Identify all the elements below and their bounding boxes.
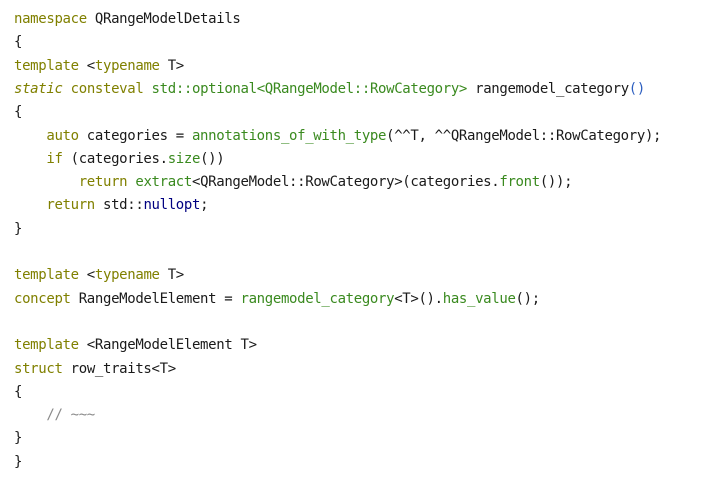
code-line: template <RangeModelElement T> bbox=[14, 334, 257, 356]
keyword-token: consteval bbox=[70, 81, 144, 97]
text-token: { bbox=[14, 34, 23, 50]
keyword-token: typename bbox=[94, 58, 160, 74]
text-token: <T>(). bbox=[394, 291, 443, 307]
function-token: extract bbox=[135, 174, 192, 190]
text-token: ; bbox=[200, 197, 209, 213]
keyword-token: template bbox=[14, 337, 79, 353]
text-token: row_traits<T> bbox=[62, 361, 177, 377]
function-token: has_value bbox=[442, 291, 516, 307]
code-line: if (categories.size()) bbox=[14, 148, 224, 170]
code-line: template <typename T> bbox=[14, 55, 184, 77]
text-token: } bbox=[14, 454, 23, 470]
function-token: std::optional<QRangeModel::RowCategory> bbox=[151, 81, 468, 97]
code-line: return std::nullopt; bbox=[14, 194, 208, 216]
code-line: // ~~~ bbox=[14, 404, 95, 426]
function-token: annotations_of_with_type bbox=[191, 128, 387, 144]
text-token: } bbox=[14, 430, 23, 446]
code-line: } bbox=[14, 451, 22, 473]
comment-token: // ~~~ bbox=[46, 407, 95, 423]
text-token: RangeModelElement = bbox=[70, 291, 241, 307]
code-line: static consteval std::optional<QRangeMod… bbox=[14, 78, 645, 100]
keyword-token: static bbox=[14, 81, 63, 97]
text-token: ()); bbox=[539, 174, 573, 190]
keyword-token: return bbox=[46, 197, 95, 213]
code-line: auto categories = annotations_of_with_ty… bbox=[14, 125, 661, 147]
text-token: { bbox=[14, 384, 23, 400]
code-line: { bbox=[14, 381, 22, 403]
keyword-token: return bbox=[78, 174, 128, 190]
text-token: (); bbox=[515, 291, 541, 307]
function-token: size bbox=[167, 151, 201, 167]
keyword-token: template bbox=[14, 267, 79, 283]
keyword-token: struct bbox=[14, 361, 63, 377]
keyword-token: template bbox=[14, 58, 79, 74]
function-token: front bbox=[499, 174, 540, 190]
code-line: namespace QRangeModelDetails bbox=[14, 8, 241, 30]
function-token: rangemodel_category bbox=[240, 291, 395, 307]
code-line: } bbox=[14, 427, 22, 449]
code-line: { bbox=[14, 31, 22, 53]
text-token: (^^T, ^^QRangeModel::RowCategory); bbox=[386, 128, 662, 144]
code-line: { bbox=[14, 101, 22, 123]
code-editor[interactable]: namespace QRangeModelDetails{template <t… bbox=[0, 0, 720, 477]
text-token: < bbox=[78, 267, 95, 283]
keyword-token: namespace bbox=[14, 11, 87, 27]
constant-token: nullopt bbox=[143, 197, 201, 213]
punctuation-token: () bbox=[628, 81, 646, 97]
code-line: template <typename T> bbox=[14, 264, 184, 286]
text-token: rangemodel_category bbox=[467, 81, 629, 97]
keyword-token: auto bbox=[46, 128, 79, 144]
text-token: (categories. bbox=[62, 151, 168, 167]
keyword-token: typename bbox=[94, 267, 160, 283]
text-token: QRangeModelDetails bbox=[86, 11, 241, 27]
code-line: } bbox=[14, 218, 22, 240]
keyword-token: concept bbox=[14, 291, 71, 307]
keyword-token: if bbox=[46, 151, 63, 167]
text-token: std:: bbox=[94, 197, 144, 213]
text-token: <QRangeModel::RowCategory>(categories. bbox=[191, 174, 500, 190]
text-token: T> bbox=[159, 267, 185, 283]
text-token: ()) bbox=[200, 151, 225, 167]
code-line: struct row_traits<T> bbox=[14, 358, 176, 380]
text-token: } bbox=[14, 221, 23, 237]
text-token: categories = bbox=[78, 128, 192, 144]
code-line: return extract<QRangeModel::RowCategory>… bbox=[14, 171, 573, 193]
text-token: T> bbox=[159, 58, 185, 74]
text-token: <RangeModelElement T> bbox=[78, 337, 257, 353]
code-line: concept RangeModelElement = rangemodel_c… bbox=[14, 288, 540, 310]
text-token: < bbox=[78, 58, 95, 74]
text-token: { bbox=[14, 104, 23, 120]
